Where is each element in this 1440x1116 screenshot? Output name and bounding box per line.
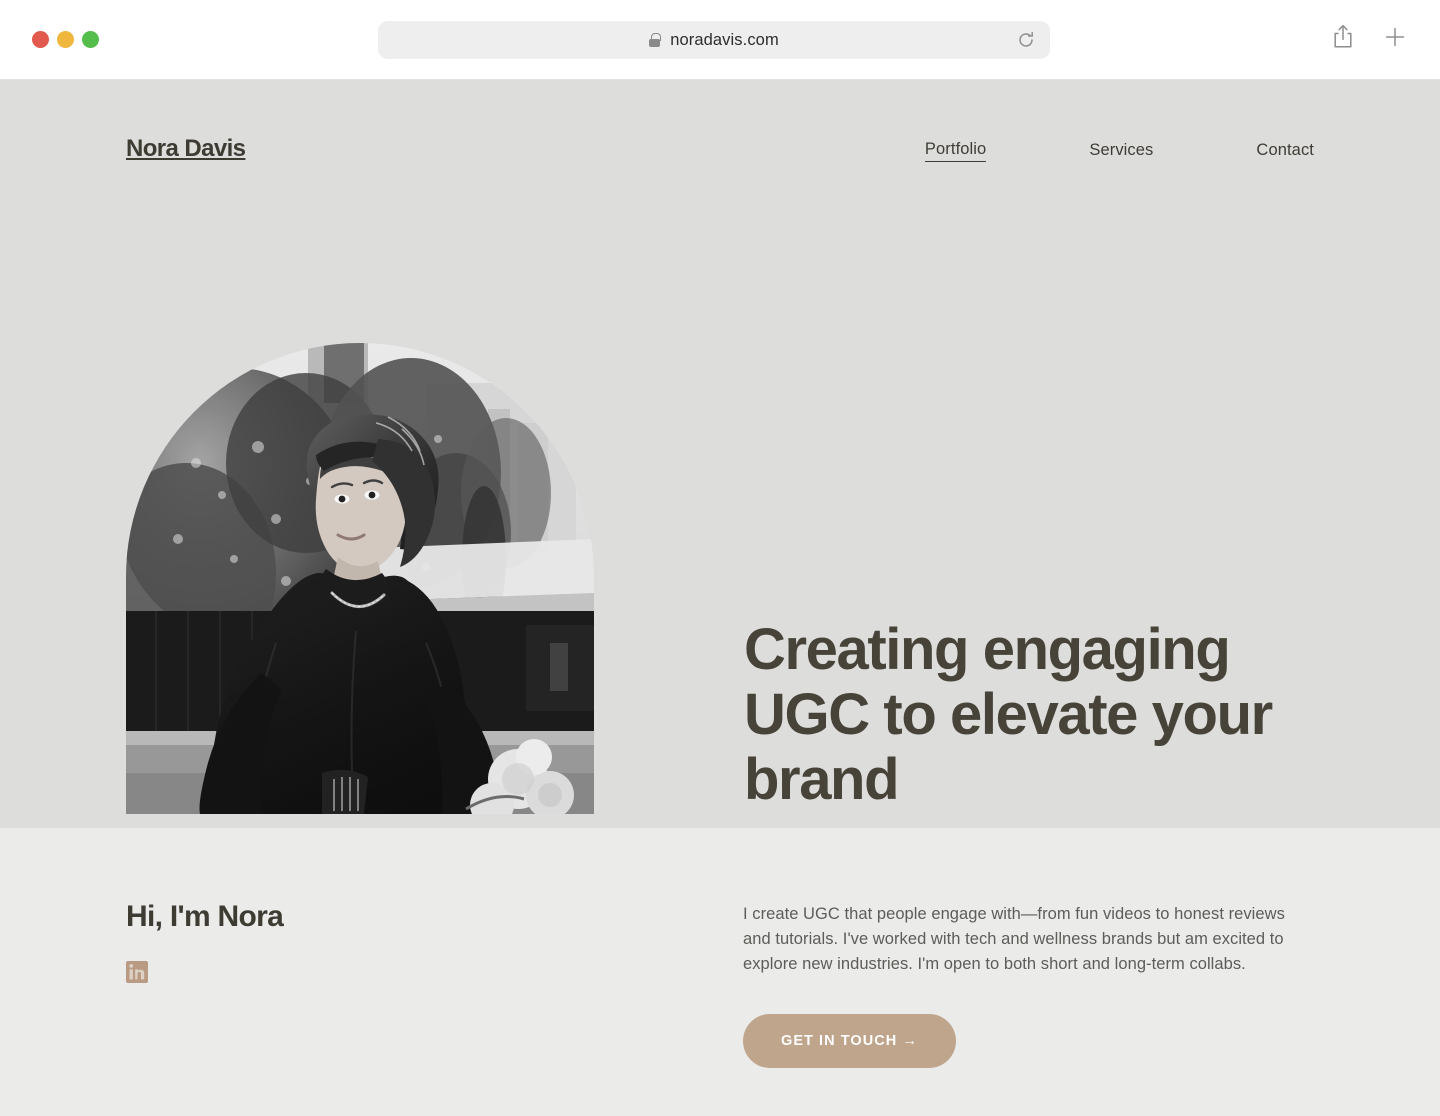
- window-controls: [32, 31, 99, 48]
- nav-links: Portfolio Services Contact: [924, 98, 1314, 162]
- hero-portrait-image: [126, 343, 594, 814]
- plus-icon[interactable]: [1384, 26, 1406, 48]
- reload-icon[interactable]: [1016, 30, 1036, 50]
- about-right-column: I create UGC that people engage with—fro…: [743, 902, 1308, 1069]
- about-left-column: Hi, I'm Nora: [126, 900, 646, 983]
- about-section: Hi, I'm Nora I create UGC that people en…: [0, 828, 1440, 1116]
- browser-actions: [1332, 24, 1406, 50]
- about-body-text: I create UGC that people engage with—fro…: [743, 905, 1285, 974]
- lock-icon: [649, 33, 661, 47]
- url-text: noradavis.com: [670, 30, 779, 49]
- nav-link-portfolio[interactable]: Portfolio: [924, 138, 987, 162]
- share-icon[interactable]: [1332, 24, 1354, 50]
- page-viewport: Nora Davis Portfolio Services Contact Cr…: [0, 80, 1440, 1116]
- address-bar-content: noradavis.com: [649, 31, 779, 50]
- maximize-window-button[interactable]: [82, 31, 99, 48]
- nav-link-contact[interactable]: Contact: [1256, 139, 1314, 162]
- hero-section: Nora Davis Portfolio Services Contact Cr…: [0, 80, 1440, 828]
- social-links: [126, 961, 646, 983]
- close-window-button[interactable]: [32, 31, 49, 48]
- linkedin-icon[interactable]: [126, 961, 148, 983]
- about-title: Hi, I'm Nora: [126, 900, 284, 933]
- site-navigation: Nora Davis Portfolio Services Contact: [0, 80, 1440, 180]
- minimize-window-button[interactable]: [57, 31, 74, 48]
- hero-heading: Creating engaging UGC to elevate your br…: [744, 617, 1273, 812]
- browser-chrome: noradavis.com: [0, 0, 1440, 80]
- brand-logo[interactable]: Nora Davis: [126, 99, 246, 161]
- nav-link-services[interactable]: Services: [1089, 139, 1153, 162]
- address-bar[interactable]: noradavis.com: [378, 21, 1050, 59]
- get-in-touch-button[interactable]: GET IN TOUCH →: [743, 1014, 956, 1069]
